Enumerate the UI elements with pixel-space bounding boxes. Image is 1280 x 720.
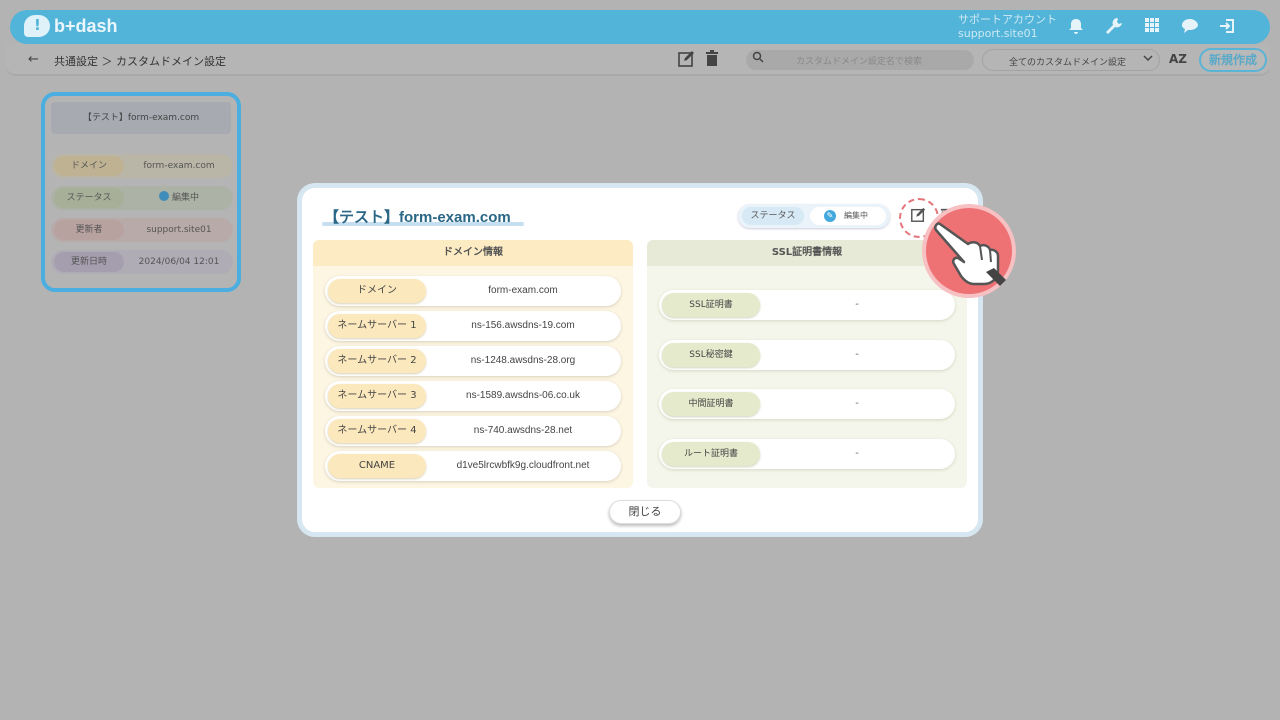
card-status-text: 編集中 — [171, 193, 199, 203]
card-row-value: support.site01 — [146, 225, 212, 235]
top-header: b+dash サポートアカウント support.site01 — [10, 10, 1270, 44]
back-arrow-icon[interactable]: ← — [28, 52, 39, 67]
card-row-status: ステータス 編集中 — [51, 186, 233, 210]
nameserver-2-row: ネームサーバー 2 ns-1248.awsdns-28.org — [325, 346, 621, 376]
logo-mark-icon — [24, 15, 50, 37]
row-label: ネームサーバー 3 — [328, 384, 426, 408]
row-value: ns-740.awsdns-28.net — [473, 425, 573, 436]
card-row-value: 編集中 — [129, 188, 229, 208]
row-value: form-exam.com — [488, 285, 558, 296]
card-row-label: 更新者 — [54, 220, 124, 240]
row-label: SSL秘密鍵 — [662, 343, 760, 367]
row-label: ルート証明書 — [662, 442, 760, 466]
status-label: ステータス — [742, 207, 804, 225]
intermediate-cert-row: 中間証明書 - — [659, 389, 955, 419]
root-cert-row: ルート証明書 - — [659, 439, 955, 469]
row-label: 中間証明書 — [662, 392, 760, 416]
cname-row: CNAME d1ve5lrcwbfk9g.cloudfront.net — [325, 451, 621, 481]
domain-info-heading: ドメイン情報 — [313, 240, 633, 266]
new-create-button[interactable]: 新規作成 — [1199, 48, 1267, 72]
account-info[interactable]: サポートアカウント support.site01 — [958, 13, 1057, 41]
row-label: CNAME — [328, 454, 426, 478]
row-value: ns-156.awsdns-19.com — [471, 320, 575, 331]
domain-info-panel: ドメイン情報 ドメイン form-exam.com ネームサーバー 1 ns-1… — [313, 240, 633, 488]
card-row-label: ステータス — [54, 188, 124, 208]
search-placeholder: カスタムドメイン設定名で検索 — [796, 57, 923, 67]
wrench-icon[interactable] — [1104, 17, 1124, 37]
pointing-hand-icon — [922, 204, 1016, 298]
status-text: 編集中 — [844, 211, 868, 220]
card-row-updater: 更新者 support.site01 — [51, 218, 233, 242]
breadcrumb: 共通設定 ＞ カスタムドメイン設定 — [54, 55, 226, 68]
card-row-domain: ドメイン form-exam.com — [51, 154, 233, 178]
row-value: ns-1589.awsdns-06.co.uk — [466, 390, 580, 401]
modal-title: 【テスト】form-exam.com — [324, 209, 511, 226]
sort-az-button[interactable]: AZ — [1169, 52, 1187, 66]
chevron-down-icon — [1143, 54, 1153, 65]
chat-icon[interactable] — [1180, 17, 1200, 37]
row-value: - — [855, 398, 859, 409]
card-row-label: ドメイン — [54, 156, 124, 176]
nameserver-4-row: ネームサーバー 4 ns-740.awsdns-28.net — [325, 416, 621, 446]
ssl-info-panel: SSL証明書情報 SSL証明書 - SSL秘密鍵 - 中間証明書 - ルート証明… — [647, 240, 967, 488]
row-label: ネームサーバー 1 — [328, 314, 426, 338]
card-row-value: form-exam.com — [143, 161, 215, 171]
domain-detail-modal: 【テスト】form-exam.com ステータス ✎ 編集中 ドメイン情報 ドメ… — [297, 183, 983, 537]
account-label: サポートアカウント — [958, 13, 1057, 26]
row-label: ネームサーバー 4 — [328, 419, 426, 443]
close-button[interactable]: 閉じる — [609, 500, 681, 524]
search-icon — [752, 51, 764, 66]
status-value: ✎ 編集中 — [810, 207, 886, 225]
row-label: ドメイン — [328, 279, 426, 303]
nameserver-1-row: ネームサーバー 1 ns-156.awsdns-19.com — [325, 311, 621, 341]
nameserver-3-row: ネームサーバー 3 ns-1589.awsdns-06.co.uk — [325, 381, 621, 411]
card-row-updated-at: 更新日時 2024/06/04 12:01 — [51, 250, 233, 274]
modal-edit-icon[interactable] — [910, 207, 926, 227]
ssl-key-row: SSL秘密鍵 - — [659, 340, 955, 370]
filter-selected-value: 全てのカスタムドメイン設定 — [1009, 58, 1127, 68]
row-value: d1ve5lrcwbfk9g.cloudfront.net — [456, 460, 590, 471]
pencil-icon: ✎ — [824, 210, 836, 222]
filter-select[interactable]: 全てのカスタムドメイン設定 — [982, 49, 1160, 71]
account-id: support.site01 — [958, 27, 1038, 40]
search-input[interactable]: カスタムドメイン設定名で検索 — [746, 50, 974, 70]
row-label: SSL証明書 — [662, 293, 760, 317]
domain-row: ドメイン form-exam.com — [325, 276, 621, 306]
domain-card[interactable]: 【テスト】form-exam.com ドメイン form-exam.com ステ… — [41, 92, 241, 292]
logout-icon[interactable] — [1218, 17, 1238, 37]
status-badge: ステータス ✎ 編集中 — [738, 204, 890, 228]
row-value: - — [855, 299, 859, 310]
row-value: - — [855, 349, 859, 360]
card-row-value: 2024/06/04 12:01 — [138, 257, 220, 267]
trash-icon[interactable] — [702, 50, 722, 70]
editing-status-icon — [158, 191, 169, 201]
grid-icon[interactable] — [1142, 17, 1162, 37]
row-value: ns-1248.awsdns-28.org — [470, 355, 576, 366]
sub-toolbar: ← 共通設定 ＞ カスタムドメイン設定 カスタムドメイン設定名で検索 全てのカス… — [6, 44, 1270, 76]
edit-icon[interactable] — [676, 50, 696, 70]
row-value: - — [855, 448, 859, 459]
bell-icon[interactable] — [1066, 17, 1086, 37]
logo[interactable]: b+dash — [24, 15, 118, 37]
logo-text: b+dash — [54, 15, 118, 36]
row-label: ネームサーバー 2 — [328, 349, 426, 373]
ssl-cert-row: SSL証明書 - — [659, 290, 955, 320]
ssl-info-heading: SSL証明書情報 — [647, 240, 967, 266]
card-row-label: 更新日時 — [54, 252, 124, 272]
card-title: 【テスト】form-exam.com — [51, 102, 231, 134]
